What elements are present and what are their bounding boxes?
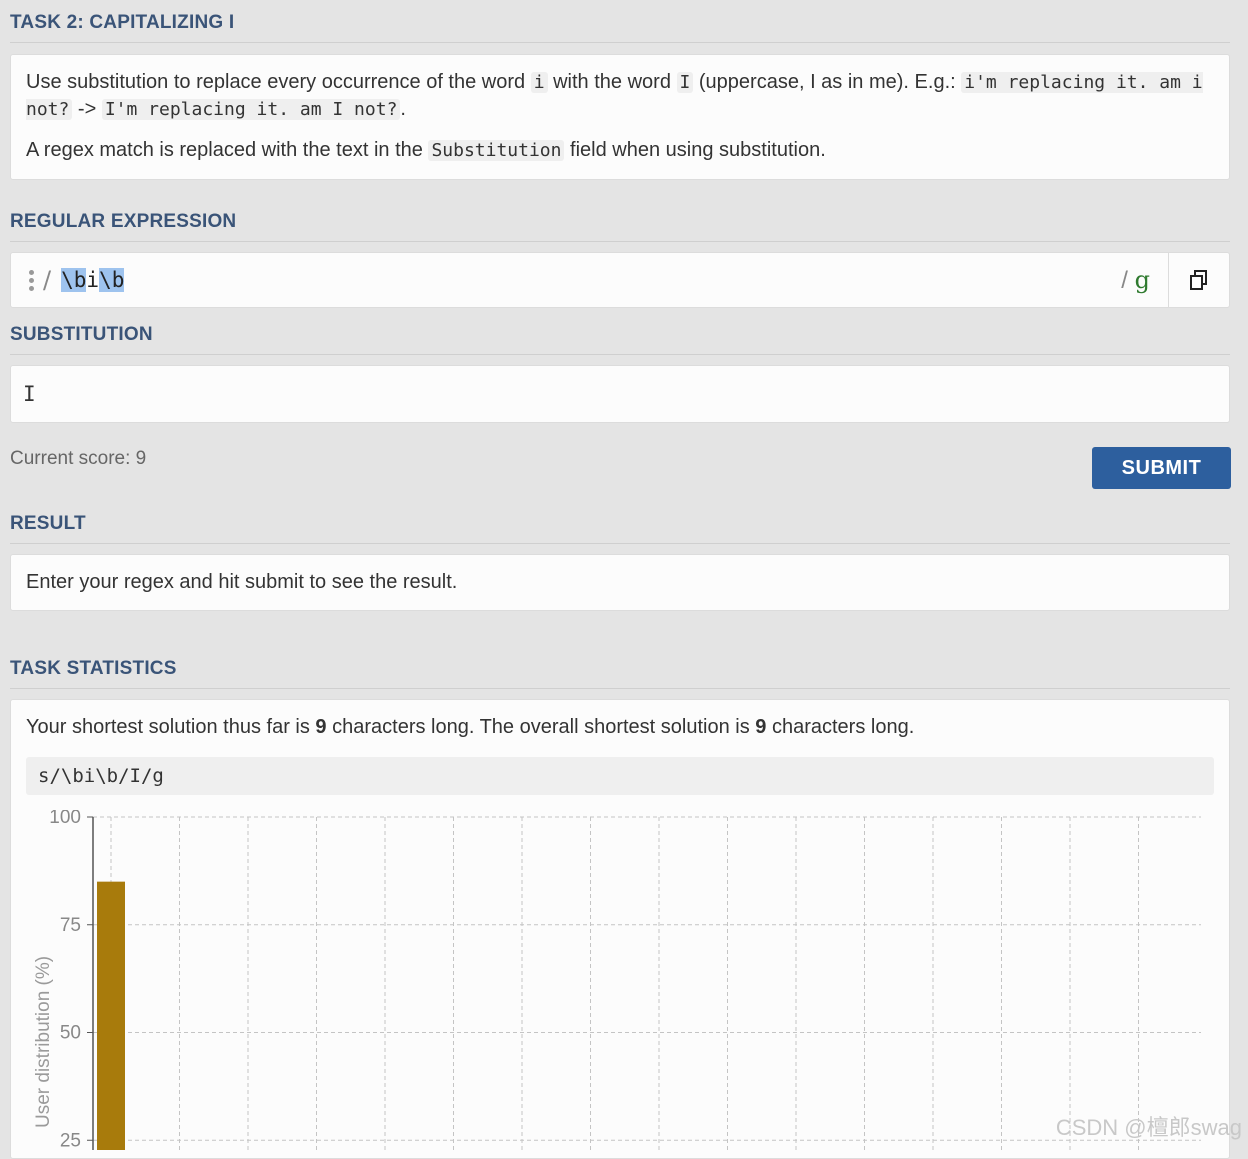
regex-input[interactable]: / \bi\b / g bbox=[10, 252, 1230, 308]
regex-flags[interactable]: / g bbox=[1121, 266, 1150, 295]
stats-section-title: TASK STATISTICS bbox=[10, 658, 1230, 689]
regex-section-title: REGULAR EXPRESSION bbox=[10, 211, 1230, 242]
y-tick-label: 75 bbox=[60, 915, 81, 936]
solution-code: s/\bi\b/I/g bbox=[26, 757, 1214, 795]
result-text: Enter your regex and hit submit to see t… bbox=[26, 571, 458, 593]
regex-token-boundary: \b bbox=[99, 268, 125, 292]
stats-text: Your shortest solution thus far is 9 cha… bbox=[26, 716, 915, 738]
task-description-panel: Use substitution to replace every occurr… bbox=[10, 54, 1230, 180]
regex-pattern[interactable]: \bi\b bbox=[61, 268, 125, 292]
bar bbox=[97, 881, 125, 1150]
y-tick-label: 25 bbox=[60, 1130, 81, 1150]
regex-token-literal: i bbox=[86, 268, 100, 292]
stats-panel: Your shortest solution thus far is 9 cha… bbox=[10, 699, 1230, 1159]
substitution-input[interactable]: I bbox=[10, 365, 1230, 423]
y-axis-label: User distribution (%) bbox=[33, 956, 54, 1128]
substitution-section-title: SUBSTITUTION bbox=[10, 324, 1230, 355]
task-description: Use substitution to replace every occurr… bbox=[26, 71, 1203, 120]
regex-token-boundary: \b bbox=[61, 268, 87, 292]
result-section-title: RESULT bbox=[10, 513, 1230, 544]
distribution-chart: 25 50 75 100 User distribution (%) bbox=[33, 810, 1201, 1150]
result-panel: Enter your regex and hit submit to see t… bbox=[10, 554, 1230, 611]
copy-button[interactable] bbox=[1168, 253, 1229, 307]
task-substitution-note: A regex match is replaced with the text … bbox=[26, 139, 826, 161]
y-tick-label: 100 bbox=[49, 810, 81, 828]
current-score: Current score: 9 bbox=[10, 448, 147, 469]
regex-delimiter: / bbox=[43, 266, 52, 294]
y-tick-label: 50 bbox=[60, 1023, 81, 1044]
watermark: CSDN @檀郎swag bbox=[1055, 1115, 1242, 1140]
task-title: TASK 2: CAPITALIZING I bbox=[10, 12, 1230, 43]
submit-button[interactable]: SUBMIT bbox=[1092, 447, 1231, 489]
copy-icon bbox=[1190, 270, 1207, 290]
drag-handle-icon[interactable] bbox=[29, 269, 35, 291]
